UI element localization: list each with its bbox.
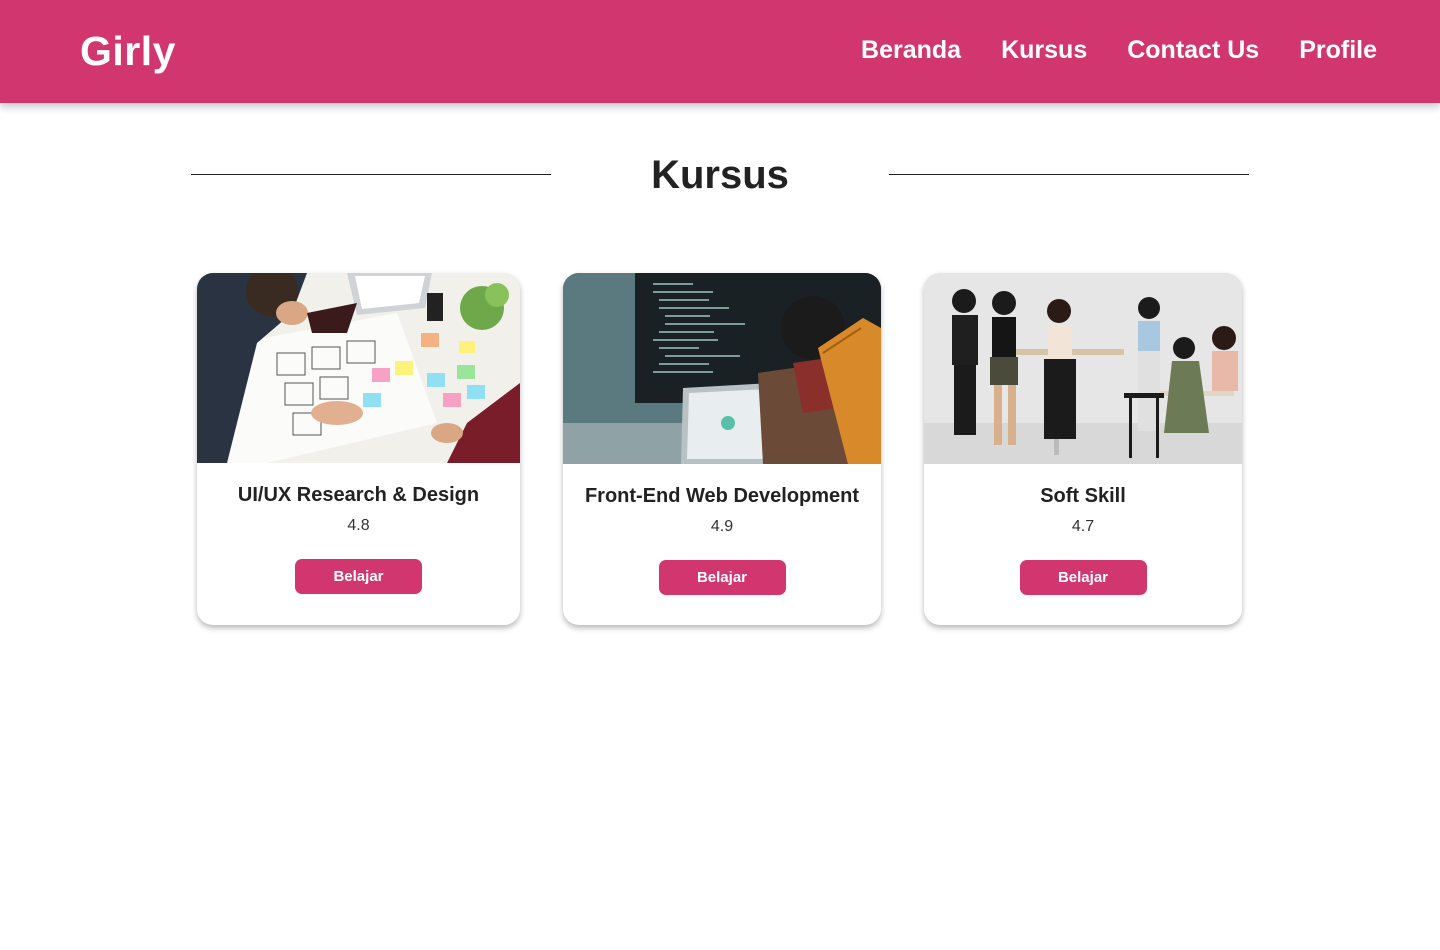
course-image-frontend	[563, 273, 881, 464]
page-title: Kursus	[651, 153, 789, 197]
developer-coding-photo	[563, 273, 881, 464]
course-rating: 4.8	[347, 517, 370, 534]
nav-links: Beranda Kursus Contact Us Profile	[861, 36, 1377, 65]
heading-divider-right	[889, 174, 1249, 175]
team-meeting-photo	[924, 273, 1242, 464]
course-rating: 4.7	[1071, 518, 1095, 535]
navbar: Girly Beranda Kursus Contact Us Profile	[0, 0, 1440, 103]
course-title: UI/UX Research & Design	[237, 484, 480, 506]
nav-link-kursus[interactable]: Kursus	[1001, 36, 1087, 65]
course-card-softskill[interactable]: Soft Skill 4.7 Belajar	[924, 273, 1242, 625]
section-heading: Kursus	[191, 150, 1249, 200]
course-rating: 4.9	[710, 518, 734, 535]
course-image-softskill	[924, 273, 1242, 464]
course-card-uiux[interactable]: UI/UX Research & Design 4.8 Belajar	[197, 273, 520, 625]
course-card-frontend[interactable]: Front-End Web Development 4.9 Belajar	[563, 273, 881, 625]
course-image-uiux	[197, 273, 520, 463]
brand-logo[interactable]: Girly	[80, 28, 176, 75]
nav-link-beranda[interactable]: Beranda	[861, 36, 961, 65]
course-title: Front-End Web Development	[584, 485, 860, 507]
ux-design-workshop-photo	[197, 273, 520, 463]
nav-link-contact-us[interactable]: Contact Us	[1127, 36, 1259, 65]
belajar-button-frontend[interactable]: Belajar	[658, 560, 786, 595]
belajar-button-uiux[interactable]: Belajar	[295, 559, 422, 594]
belajar-button-softskill[interactable]: Belajar	[1019, 560, 1147, 595]
course-title: Soft Skill	[1040, 485, 1126, 507]
nav-link-profile[interactable]: Profile	[1299, 36, 1377, 65]
